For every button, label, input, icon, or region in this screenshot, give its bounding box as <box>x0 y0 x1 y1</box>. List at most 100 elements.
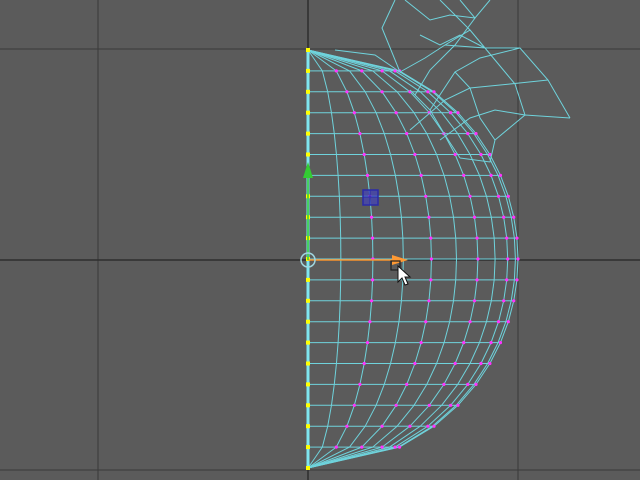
mesh-vertex[interactable] <box>426 90 430 94</box>
mesh-vertex[interactable] <box>442 382 446 386</box>
mesh-vertex[interactable] <box>427 215 431 219</box>
mesh-vertex[interactable] <box>405 132 409 136</box>
mesh-vertex[interactable] <box>405 382 409 386</box>
mesh-vertex[interactable] <box>429 236 433 240</box>
seam-vertex[interactable] <box>306 466 310 470</box>
mesh-vertex[interactable] <box>489 341 493 345</box>
mesh-vertex[interactable] <box>429 278 433 282</box>
mesh-vertex[interactable] <box>370 278 375 282</box>
viewport-canvas[interactable] <box>0 0 640 480</box>
mesh-vertex[interactable] <box>516 257 520 261</box>
seam-vertex[interactable] <box>306 277 310 282</box>
mesh-vertex[interactable] <box>427 403 431 407</box>
mesh-vertex[interactable] <box>369 215 374 219</box>
mesh-vertex[interactable] <box>472 299 477 303</box>
mesh-vertex[interactable] <box>449 111 453 115</box>
mesh-vertex[interactable] <box>475 236 479 240</box>
mesh-vertex[interactable] <box>515 278 519 282</box>
seam-vertex[interactable] <box>306 424 310 429</box>
mesh-vertex[interactable] <box>466 382 470 386</box>
mesh-vertex[interactable] <box>429 257 434 261</box>
mesh-vertex[interactable] <box>432 424 436 428</box>
seam-vertex[interactable] <box>306 445 310 450</box>
mesh-vertex[interactable] <box>468 320 472 324</box>
seam-vertex[interactable] <box>306 319 310 324</box>
mesh-vertex[interactable] <box>334 69 338 73</box>
mesh-vertex[interactable] <box>512 299 516 303</box>
mesh-vertex[interactable] <box>360 445 364 449</box>
mesh-vertex[interactable] <box>466 132 470 136</box>
seam-vertex[interactable] <box>306 298 310 303</box>
mesh-vertex[interactable] <box>453 361 457 366</box>
mesh-vertex[interactable] <box>506 257 510 261</box>
mesh-vertex[interactable] <box>472 215 477 219</box>
mesh-vertex[interactable] <box>394 111 398 115</box>
mesh-vertex[interactable] <box>489 173 493 177</box>
mesh-vertex[interactable] <box>424 194 428 198</box>
gizmo-y-arrow-icon[interactable] <box>303 162 313 178</box>
seam-vertex[interactable] <box>306 68 310 73</box>
seam-vertex[interactable] <box>306 152 310 157</box>
transform-gizmo[interactable] <box>300 162 408 268</box>
mesh-vertex[interactable] <box>449 403 453 407</box>
mesh-vertex[interactable] <box>397 445 402 449</box>
mesh-vertex[interactable] <box>506 194 510 198</box>
seam-vertex[interactable] <box>306 48 310 52</box>
mesh-vertex[interactable] <box>496 194 501 198</box>
mesh-vertex[interactable] <box>456 111 460 115</box>
mesh-vertex[interactable] <box>394 403 398 407</box>
mesh-vertex[interactable] <box>496 320 501 324</box>
mesh-vertex[interactable] <box>498 341 503 345</box>
mesh-vertex[interactable] <box>362 152 366 157</box>
mesh-vertex[interactable] <box>479 361 483 366</box>
mesh-vertex[interactable] <box>419 173 423 177</box>
mesh-vertex[interactable] <box>370 236 375 240</box>
3d-viewport[interactable] <box>0 0 640 480</box>
mesh-vertex[interactable] <box>462 341 466 345</box>
mesh-vertex[interactable] <box>368 320 372 324</box>
mesh-vertex[interactable] <box>426 424 430 428</box>
mesh-vertex[interactable] <box>479 152 483 157</box>
mesh-vertex[interactable] <box>380 90 384 94</box>
seam-vertex[interactable] <box>306 340 310 345</box>
seam-vertex[interactable] <box>306 403 310 408</box>
mesh-vertex[interactable] <box>408 424 412 428</box>
mesh-vertex[interactable] <box>380 69 384 73</box>
mesh-vertex[interactable] <box>345 424 349 428</box>
mesh-vertex[interactable] <box>474 132 478 136</box>
mesh-vertex[interactable] <box>468 194 472 198</box>
mesh-vertex[interactable] <box>419 341 423 345</box>
mesh-vertex[interactable] <box>424 320 428 324</box>
mesh-vertex[interactable] <box>413 152 417 157</box>
mesh-vertex[interactable] <box>476 257 480 261</box>
mesh-vertex[interactable] <box>427 299 431 303</box>
mesh-vertex[interactable] <box>369 299 374 303</box>
mesh-vertex[interactable] <box>498 173 503 177</box>
seam-vertex[interactable] <box>306 89 310 94</box>
seam-vertex[interactable] <box>306 382 310 387</box>
mesh-vertex[interactable] <box>352 111 356 115</box>
mesh-vertex[interactable] <box>488 361 492 366</box>
seam-vertex[interactable] <box>306 131 310 136</box>
mesh-vertex[interactable] <box>512 215 516 219</box>
mesh-vertex[interactable] <box>502 215 506 219</box>
mesh-vertex[interactable] <box>334 445 338 449</box>
mesh-vertex[interactable] <box>365 341 370 345</box>
mesh-vertex[interactable] <box>505 236 509 240</box>
mesh-vertex[interactable] <box>365 173 370 177</box>
mesh-vertex[interactable] <box>380 445 384 449</box>
mesh-vertex[interactable] <box>362 361 366 366</box>
mesh-vertex[interactable] <box>360 69 364 73</box>
mesh-vertex[interactable] <box>453 152 457 157</box>
mesh-vertex[interactable] <box>380 424 384 428</box>
mesh-vertex[interactable] <box>502 299 506 303</box>
mesh-vertex[interactable] <box>515 236 519 240</box>
mesh-vertex[interactable] <box>352 403 356 407</box>
mesh-vertex[interactable] <box>432 90 436 94</box>
mesh-vertex[interactable] <box>474 382 478 386</box>
mesh-vertex[interactable] <box>358 382 362 386</box>
mesh-extrusion[interactable] <box>334 0 571 163</box>
seam-vertex[interactable] <box>306 361 310 366</box>
mesh-vertex[interactable] <box>475 278 479 282</box>
mesh-vertex[interactable] <box>505 278 509 282</box>
